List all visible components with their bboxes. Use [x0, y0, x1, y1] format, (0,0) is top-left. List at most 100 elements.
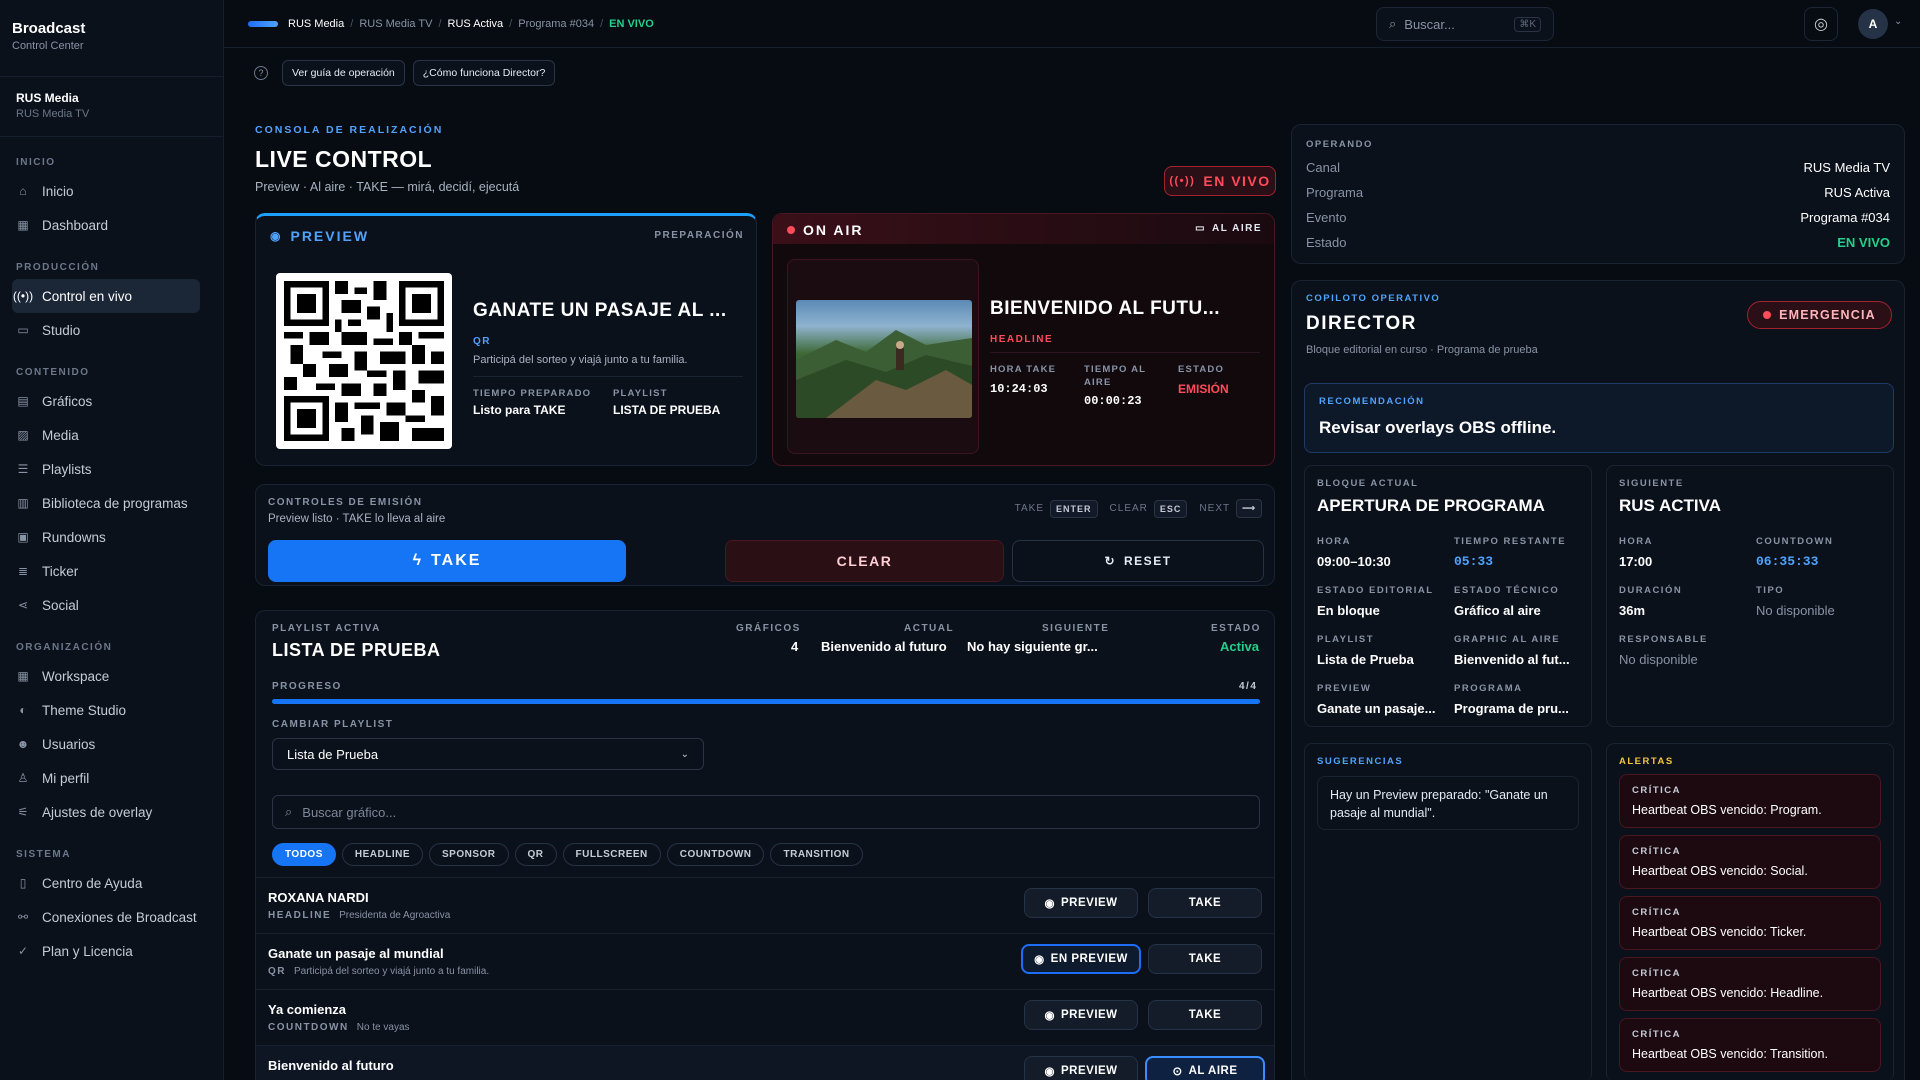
breadcrumb-channel[interactable]: RUS Media TV — [359, 18, 432, 30]
chip-qr[interactable]: QR — [514, 843, 557, 866]
help-bar: ? Ver guía de operación ¿Cómo funciona D… — [254, 60, 556, 86]
sidebar-item-theme-studio[interactable]: ◐ Theme Studio — [12, 693, 211, 727]
chip-transition[interactable]: TRANSITION — [770, 843, 863, 866]
alert-item[interactable]: CRÍTICA Heartbeat OBS vencido: Transition… — [1619, 1018, 1881, 1072]
compass-button[interactable]: ◎ — [1804, 7, 1838, 41]
avatar[interactable]: A — [1858, 9, 1888, 39]
page-kicker: CONSOLA DE REALIZACIÓN — [255, 124, 444, 136]
sidebar-item-mi-perfil[interactable]: ♙ Mi perfil — [12, 761, 211, 795]
list-item: ROXANA NARDI HEADLINE Presidenta de Agroa… — [256, 877, 1274, 933]
alert-level: CRÍTICA — [1632, 1029, 1682, 1040]
preview-button[interactable]: ◉ PREVIEW — [1024, 1056, 1138, 1080]
operando-value: Programa #034 — [1800, 210, 1890, 225]
bloque-kicker: BLOQUE ACTUAL — [1317, 478, 1419, 489]
chip-headline[interactable]: HEADLINE — [341, 843, 424, 866]
reset-button[interactable]: ↻ RESET — [1012, 540, 1264, 582]
sidebar-item-workspace[interactable]: ▦ Workspace — [12, 659, 211, 693]
emergency-button[interactable]: EMERGENCIA — [1747, 301, 1892, 329]
graphic-search-input[interactable]: ⌕ Buscar gráfico... — [272, 795, 1260, 829]
sidebar-item-control-en-vivo[interactable]: ((•)) Control en vivo — [12, 279, 200, 313]
chevron-down-icon[interactable]: ⌄ — [1894, 16, 1902, 27]
take-row-button[interactable]: TAKE — [1148, 944, 1262, 974]
progress-fill — [272, 699, 1260, 704]
take-row-button[interactable]: TAKE — [1148, 1000, 1262, 1030]
landscape-image — [796, 300, 972, 418]
sidebar-item-inicio[interactable]: ⌂ Inicio — [12, 174, 211, 208]
sidebar-item-ajustes-overlay[interactable]: ⚟ Ajustes de overlay — [12, 795, 211, 829]
alert-text: Heartbeat OBS vencido: Social. — [1632, 864, 1808, 878]
bloque-value: Gráfico al aire — [1454, 603, 1541, 618]
filter-chips: TODOS HEADLINE SPONSOR QR FULLSCREEN COU… — [272, 843, 863, 866]
preview-panel: ◉ PREVIEW PREPARACIÓN GANATE UN PASAJE AL… — [255, 213, 757, 466]
search-icon: ⌕ — [1389, 16, 1397, 31]
en-preview-button[interactable]: ◉ EN PREVIEW — [1021, 944, 1141, 974]
take-button[interactable]: ϟ TAKE — [268, 540, 626, 582]
list-item: Ya comienza COUNTDOWN No te vayas ◉ PREVIE… — [256, 989, 1274, 1045]
sidebar-item-usuarios[interactable]: ☻ Usuarios — [12, 727, 211, 761]
org-switcher[interactable]: RUS Media RUS Media TV — [0, 76, 223, 137]
sidebar-item-conexiones[interactable]: ⚯ Conexiones de Broadcast — [12, 900, 211, 934]
chip-sponsor[interactable]: SPONSOR — [429, 843, 509, 866]
sidebar: Broadcast Control Center RUS Media RUS M… — [0, 0, 224, 1080]
playlist-estado-key: ESTADO — [1211, 623, 1261, 634]
sidebar-item-studio[interactable]: ▭ Studio — [12, 313, 211, 347]
playlist-name: LISTA DE PRUEBA — [272, 640, 441, 660]
guide-button[interactable]: Ver guía de operación — [282, 60, 405, 86]
preview-button[interactable]: ◉ PREVIEW — [1024, 888, 1138, 918]
list-item: Bienvenido al futuro ◉ PREVIEW ⊙ AL AIRE — [256, 1045, 1274, 1080]
shortcut-clear-label: CLEAR — [1109, 503, 1148, 514]
sidebar-item-playlists[interactable]: ☰ Playlists — [12, 452, 211, 486]
chip-countdown[interactable]: COUNTDOWN — [666, 843, 765, 866]
sidebar-item-ticker[interactable]: ≣ Ticker — [12, 554, 211, 588]
on-air-status-text: AL AIRE — [1212, 223, 1262, 234]
sidebar-item-dashboard[interactable]: ▦ Dashboard — [12, 208, 211, 242]
preview-button[interactable]: ◉ PREVIEW — [1024, 1000, 1138, 1030]
sidebar-item-graficos[interactable]: ▤ Gráficos — [12, 384, 211, 418]
alert-text: Heartbeat OBS vencido: Transition. — [1632, 1047, 1828, 1061]
bloque-value: Bienvenido al fut... — [1454, 652, 1570, 667]
alert-item[interactable]: CRÍTICA Heartbeat OBS vencido: Program. — [1619, 774, 1881, 828]
playlist-select[interactable]: Lista de Prueba ⌄ — [272, 738, 704, 770]
bloque-key: PREVIEW — [1317, 683, 1372, 694]
breadcrumb-program[interactable]: RUS Activa — [448, 18, 504, 30]
alert-item[interactable]: CRÍTICA Heartbeat OBS vencido: Ticker. — [1619, 896, 1881, 950]
emergency-label: EMERGENCIA — [1779, 308, 1876, 322]
sidebar-item-biblioteca[interactable]: ▥ Biblioteca de programas — [12, 486, 211, 520]
chip-todos[interactable]: TODOS — [272, 843, 336, 866]
playlist-panel: PLAYLIST ACTIVA LISTA DE PRUEBA GRÁFICOS… — [255, 610, 1275, 1080]
ticker-icon: ≣ — [17, 564, 29, 578]
chevron-down-icon: ⌄ — [680, 748, 689, 760]
search-input[interactable]: ⌕ Buscar... ⌘K — [1376, 7, 1554, 41]
reset-button-label: RESET — [1124, 554, 1172, 568]
alert-item[interactable]: CRÍTICA Heartbeat OBS vencido: Headline. — [1619, 957, 1881, 1011]
badge-icon: ✓ — [17, 944, 29, 958]
recommendation-kicker: RECOMENDACIÓN — [1319, 396, 1425, 407]
operando-kicker: OPERANDO — [1306, 139, 1373, 150]
broadcast-icon: ((•)) — [12, 289, 34, 303]
sidebar-item-social[interactable]: ⋖ Social — [12, 588, 211, 622]
suggestion-item[interactable]: Hay un Preview preparado: "Ganate un pas… — [1317, 776, 1579, 830]
graphic-meta: COUNTDOWN No te vayas — [268, 1022, 410, 1033]
topbar: RUS Media / RUS Media TV / RUS Activa / Pro… — [224, 0, 1920, 48]
brand-title: Broadcast — [12, 20, 86, 37]
alert-text: Heartbeat OBS vencido: Ticker. — [1632, 925, 1807, 939]
breadcrumb-org[interactable]: RUS Media — [288, 18, 344, 30]
sidebar-item-rundowns[interactable]: ▣ Rundowns — [12, 520, 211, 554]
chip-fullscreen[interactable]: FULLSCREEN — [562, 843, 661, 866]
alert-item[interactable]: CRÍTICA Heartbeat OBS vencido: Social. — [1619, 835, 1881, 889]
preview-meta-key-1: TIEMPO PREPARADO — [473, 388, 592, 399]
clear-button[interactable]: CLEAR — [725, 540, 1004, 582]
sidebar-item-plan-licencia[interactable]: ✓ Plan y Licencia — [12, 934, 211, 968]
breadcrumb-event[interactable]: Programa #034 — [518, 18, 594, 30]
sidebar-item-centro-ayuda[interactable]: ▯ Centro de Ayuda — [12, 866, 211, 900]
sidebar-item-label: Ajustes de overlay — [42, 804, 153, 820]
al-aire-button[interactable]: ⊙ AL AIRE — [1145, 1056, 1265, 1080]
on-air-graphic-title: BIENVENIDO AL FUTU... — [990, 298, 1221, 319]
how-director-button[interactable]: ¿Cómo funciona Director? — [412, 60, 556, 86]
take-row-button[interactable]: TAKE — [1148, 888, 1262, 918]
bloque-value: Lista de Prueba — [1317, 652, 1414, 667]
sidebar-item-media[interactable]: ▨ Media — [12, 418, 211, 452]
sidebar-item-label: Plan y Licencia — [42, 943, 133, 959]
eye-icon: ◉ — [270, 229, 283, 243]
on-air-meta-key-2a: TIEMPO AL — [1084, 364, 1147, 375]
